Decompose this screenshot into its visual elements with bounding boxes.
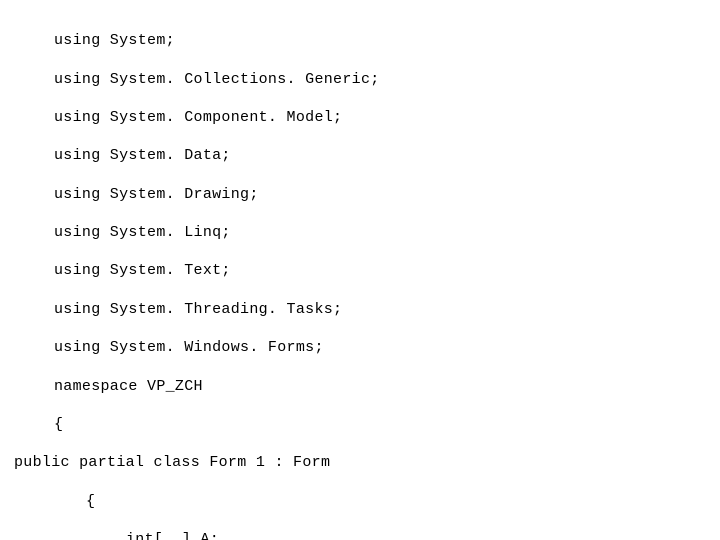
code-line: { [86,492,720,511]
code-line: using System; [54,31,720,50]
code-line: namespace VP_ZCH [54,377,720,396]
code-line: using System. Text; [54,261,720,280]
code-line: using System. Data; [54,146,720,165]
code-line: using System. Drawing; [54,185,720,204]
code-line: using System. Component. Model; [54,108,720,127]
code-line: { [54,415,720,434]
code-line: using System. Threading. Tasks; [54,300,720,319]
code-line: public partial class Form 1 : Form [14,453,720,472]
code-line: using System. Linq; [54,223,720,242]
code-line: using System. Windows. Forms; [54,338,720,357]
code-line: int[, ] A; [126,530,720,540]
code-block: using System; using System. Collections.… [0,0,720,540]
code-line: using System. Collections. Generic; [54,70,720,89]
